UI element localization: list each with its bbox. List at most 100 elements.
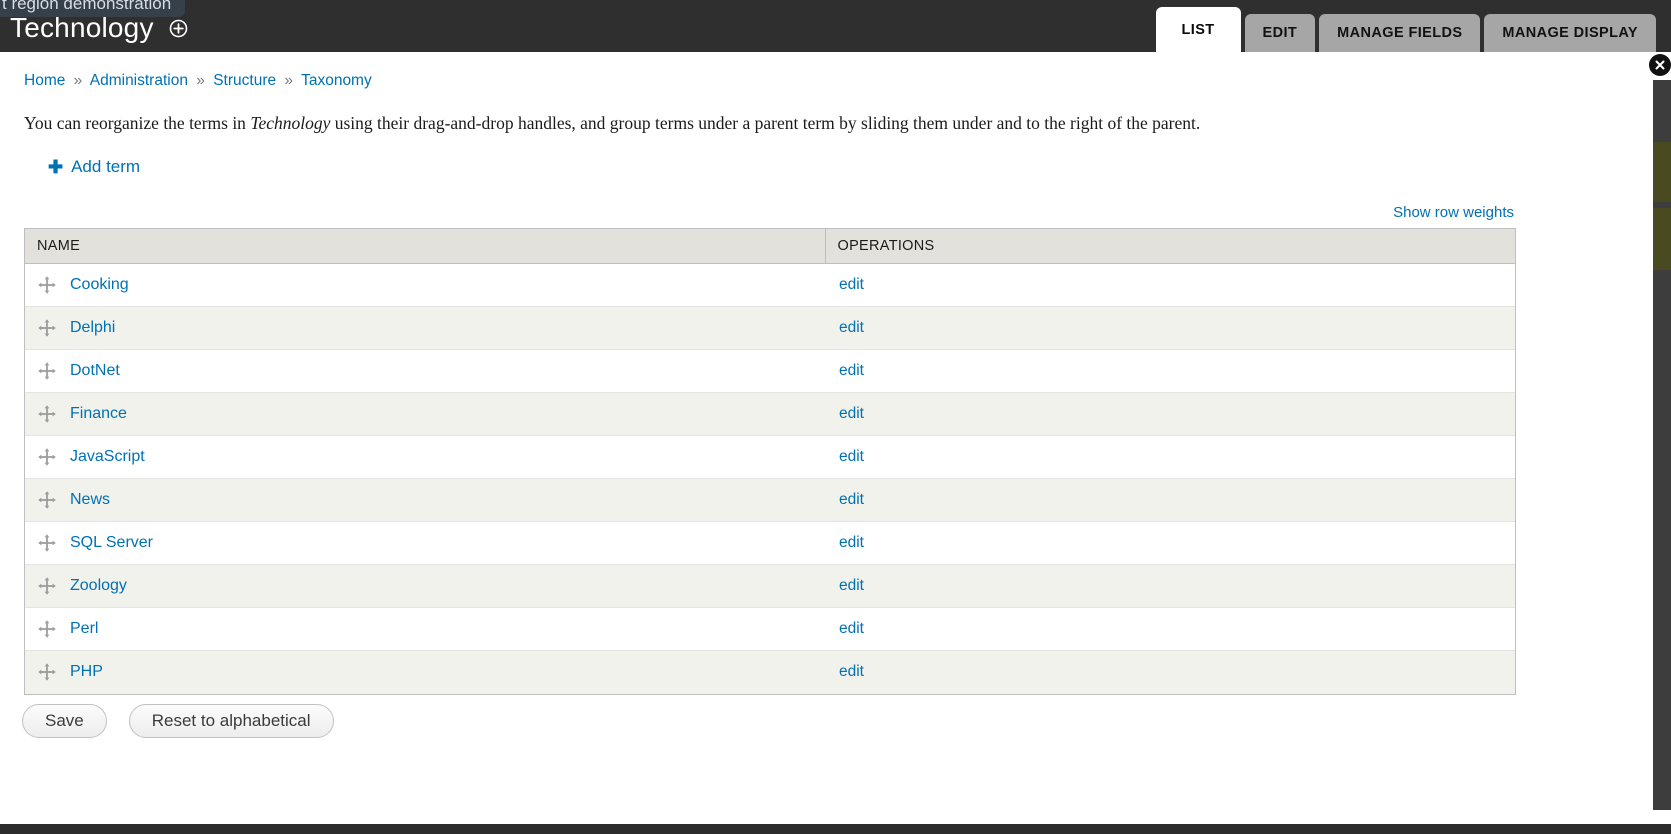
cell-name: DotNet xyxy=(25,349,825,393)
page-title-bar: Technology xyxy=(0,6,188,50)
edit-link[interactable]: edit xyxy=(839,276,864,293)
breadcrumb: Home » Administration » Structure » Taxo… xyxy=(24,72,372,90)
close-icon[interactable] xyxy=(1649,54,1671,76)
cell-operations: edit xyxy=(825,306,1515,350)
term-link[interactable]: Finance xyxy=(70,405,127,423)
term-link[interactable]: DotNet xyxy=(70,362,120,380)
table-row[interactable]: Delphi edit xyxy=(25,306,1515,350)
tab-manage-fields[interactable]: MANAGE FIELDS xyxy=(1319,14,1481,52)
plus-icon: ✚ xyxy=(48,157,64,177)
cell-name: News xyxy=(25,478,825,522)
term-link[interactable]: News xyxy=(70,491,110,509)
vertical-scrollbar[interactable] xyxy=(1653,80,1671,810)
column-header-operations: OPERATIONS xyxy=(825,229,1515,264)
plus-circle-icon[interactable] xyxy=(169,19,188,38)
table-row[interactable]: News edit xyxy=(25,478,1515,522)
show-row-weights-link[interactable]: Show row weights xyxy=(1393,204,1514,221)
terms-table: NAME OPERATIONS Cooking edit Delphi edit Dot… xyxy=(25,229,1515,694)
help-part-1: You can reorganize the terms in xyxy=(24,113,251,133)
primary-tabs: LIST EDIT MANAGE FIELDS MANAGE DISPLAY xyxy=(1152,7,1656,52)
terms-table-body: Cooking edit Delphi edit DotNet edit Finance ed… xyxy=(25,263,1515,694)
scrollbar-segment xyxy=(1653,142,1671,202)
drag-handle-icon[interactable] xyxy=(37,447,57,467)
bottom-strip xyxy=(0,824,1671,834)
breadcrumb-item-administration[interactable]: Administration xyxy=(90,72,188,89)
cell-operations: edit xyxy=(825,521,1515,565)
drag-handle-icon[interactable] xyxy=(37,361,57,381)
cell-name: Perl xyxy=(25,607,825,651)
drag-handle-icon[interactable] xyxy=(37,662,57,682)
cell-operations: edit xyxy=(825,392,1515,436)
term-link[interactable]: PHP xyxy=(70,663,103,681)
table-row[interactable]: JavaScript edit xyxy=(25,435,1515,479)
help-vocabulary-name: Technology xyxy=(250,113,331,133)
table-row[interactable]: Cooking edit xyxy=(25,263,1515,307)
cell-operations: edit xyxy=(825,263,1515,307)
cell-name: SQL Server xyxy=(25,521,825,565)
term-link[interactable]: Perl xyxy=(70,620,98,638)
cell-operations: edit xyxy=(825,607,1515,651)
cell-operations: edit xyxy=(825,651,1515,694)
tab-list-label: LIST xyxy=(1181,21,1215,38)
save-button[interactable]: Save xyxy=(22,704,107,738)
table-header-row: NAME OPERATIONS xyxy=(25,229,1515,264)
cell-operations: edit xyxy=(825,478,1515,522)
breadcrumb-item-structure[interactable]: Structure xyxy=(213,72,276,89)
table-row[interactable]: Zoology edit xyxy=(25,564,1515,608)
term-link[interactable]: SQL Server xyxy=(70,534,153,552)
drag-handle-icon[interactable] xyxy=(37,275,57,295)
drag-handle-icon[interactable] xyxy=(37,619,57,639)
edit-link[interactable]: edit xyxy=(839,663,864,680)
tab-manage-fields-label: MANAGE FIELDS xyxy=(1337,25,1463,41)
term-link[interactable]: Zoology xyxy=(70,577,127,595)
drag-handle-icon[interactable] xyxy=(37,533,57,553)
edit-link[interactable]: edit xyxy=(839,491,864,508)
tab-manage-display-label: MANAGE DISPLAY xyxy=(1502,25,1638,41)
tab-manage-display[interactable]: MANAGE DISPLAY xyxy=(1484,14,1656,52)
drag-handle-icon[interactable] xyxy=(37,318,57,338)
table-row[interactable]: PHP edit xyxy=(25,650,1515,694)
cell-name: Finance xyxy=(25,392,825,436)
terms-table-wrapper: NAME OPERATIONS Cooking edit Delphi edit Dot… xyxy=(24,228,1516,695)
breadcrumb-separator: » xyxy=(73,72,83,89)
term-link[interactable]: Delphi xyxy=(70,319,115,337)
tab-edit[interactable]: EDIT xyxy=(1244,14,1316,52)
table-row[interactable]: SQL Server edit xyxy=(25,521,1515,565)
table-row[interactable]: Finance edit xyxy=(25,392,1515,436)
drag-handle-icon[interactable] xyxy=(37,576,57,596)
term-link[interactable]: Cooking xyxy=(70,276,129,294)
tab-edit-label: EDIT xyxy=(1262,25,1298,41)
drag-handle-icon[interactable] xyxy=(37,404,57,424)
column-header-name: NAME xyxy=(25,229,826,264)
edit-link[interactable]: edit xyxy=(839,577,864,594)
drag-handle-icon[interactable] xyxy=(37,490,57,510)
table-row[interactable]: DotNet edit xyxy=(25,349,1515,393)
term-link[interactable]: JavaScript xyxy=(70,448,145,466)
cell-name: PHP xyxy=(25,651,825,694)
edit-link[interactable]: edit xyxy=(839,405,864,422)
cell-operations: edit xyxy=(825,564,1515,608)
page-title: Technology xyxy=(10,12,154,43)
action-links: ✚ Add term xyxy=(48,157,140,178)
edit-link[interactable]: edit xyxy=(839,620,864,637)
cell-operations: edit xyxy=(825,349,1515,393)
edit-link[interactable]: edit xyxy=(839,319,864,336)
right-rail xyxy=(1556,52,1671,834)
reset-to-alphabetical-button[interactable]: Reset to alphabetical xyxy=(128,704,334,738)
cell-operations: edit xyxy=(825,435,1515,479)
table-row[interactable]: Perl edit xyxy=(25,607,1515,651)
breadcrumb-separator: » xyxy=(284,72,294,89)
breadcrumb-item-taxonomy[interactable]: Taxonomy xyxy=(301,72,372,89)
edit-link[interactable]: edit xyxy=(839,534,864,551)
edit-link[interactable]: edit xyxy=(839,448,864,465)
page-content: Home » Administration » Structure » Taxo… xyxy=(0,52,1556,834)
tab-list[interactable]: LIST xyxy=(1155,7,1241,52)
add-term-link[interactable]: ✚ Add term xyxy=(48,157,140,177)
form-actions: Save Reset to alphabetical xyxy=(22,704,334,738)
help-part-2: using their drag-and-drop handles, and g… xyxy=(330,113,1201,133)
cell-name: JavaScript xyxy=(25,435,825,479)
breadcrumb-separator: » xyxy=(196,72,205,89)
breadcrumb-item-home[interactable]: Home xyxy=(24,72,65,89)
edit-link[interactable]: edit xyxy=(839,362,864,379)
terms-table-head: NAME OPERATIONS xyxy=(25,229,1515,264)
